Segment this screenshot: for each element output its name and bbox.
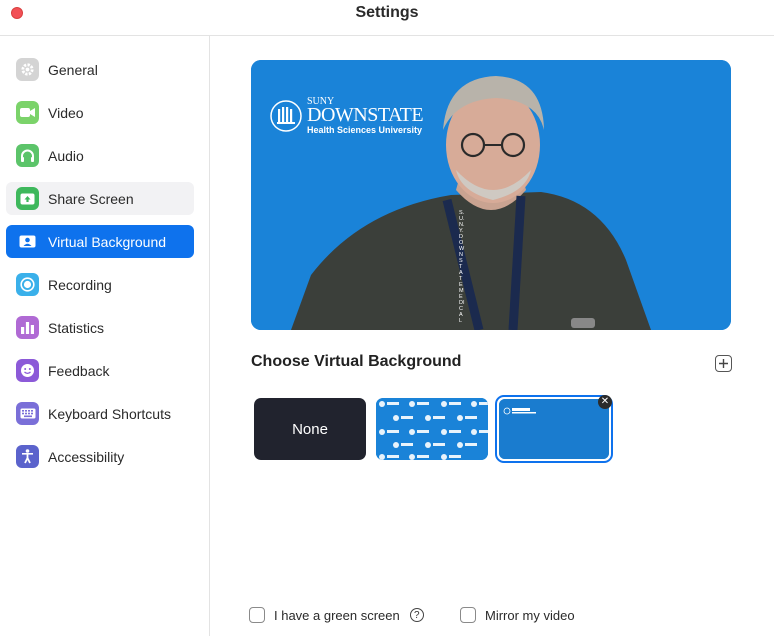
accessibility-icon <box>16 445 39 468</box>
sidebar-item-label: Video <box>48 104 84 121</box>
pattern-thumbnail-image <box>376 398 488 460</box>
logo-thumbnail-image <box>499 399 609 459</box>
green-screen-label[interactable]: I have a green screen <box>274 608 400 623</box>
record-icon <box>16 273 39 296</box>
sidebar-item-general[interactable]: General <box>6 53 194 86</box>
video-preview: SUNY DOWNSTATE Health Sciences Universit… <box>251 60 731 330</box>
sidebar-item-recording[interactable]: Recording <box>6 268 194 301</box>
green-screen-option: I have a green screen ? <box>249 607 424 623</box>
background-option-label: None <box>292 420 328 438</box>
share-screen-icon <box>16 187 39 210</box>
background-option-none[interactable]: None <box>254 398 366 460</box>
help-icon[interactable]: ? <box>409 608 424 622</box>
sidebar-item-accessibility[interactable]: Accessibility <box>6 440 194 473</box>
sidebar-item-share-screen[interactable]: Share Screen <box>6 182 194 215</box>
mirror-label[interactable]: Mirror my video <box>485 608 575 623</box>
logo-subtitle-text: Health Sciences University <box>307 125 423 135</box>
mirror-option: Mirror my video <box>460 607 575 623</box>
sidebar-item-virtual-background[interactable]: Virtual Background <box>6 225 194 258</box>
remove-background-button[interactable]: ✕ <box>598 395 612 409</box>
bar-chart-icon <box>16 316 39 339</box>
keyboard-icon <box>16 402 39 425</box>
sidebar-item-keyboard-shortcuts[interactable]: Keyboard Shortcuts <box>6 397 194 430</box>
sidebar-item-label: Statistics <box>48 319 105 336</box>
window-title: Settings <box>355 4 419 21</box>
smiley-icon <box>16 359 39 382</box>
logo-downstate-text: DOWNSTATE <box>307 104 424 126</box>
headphones-icon <box>16 144 39 167</box>
title-bar: Settings <box>0 0 774 30</box>
sidebar-item-label: Keyboard Shortcuts <box>48 405 171 422</box>
close-icon: ✕ <box>600 396 610 407</box>
sidebar-item-feedback[interactable]: Feedback <box>6 354 194 387</box>
sidebar-item-label: Virtual Background <box>48 233 167 250</box>
video-icon <box>16 101 39 124</box>
add-background-button[interactable] <box>715 355 732 372</box>
background-option-pattern[interactable] <box>376 398 488 460</box>
sidebar-item-label: Accessibility <box>48 448 125 465</box>
background-option-selected[interactable] <box>495 395 613 463</box>
green-screen-checkbox[interactable] <box>249 607 265 623</box>
sidebar-item-label: Recording <box>48 276 112 293</box>
sidebar: General Video Audio Share Screen Virtual… <box>0 36 210 636</box>
choose-background-heading: Choose Virtual Background <box>251 353 462 370</box>
sidebar-item-label: Share Screen <box>48 190 134 207</box>
sidebar-item-statistics[interactable]: Statistics <box>6 311 194 344</box>
mirror-checkbox[interactable] <box>460 607 476 623</box>
lanyard-text: S.U.N.Y. DOWNSTATE MEDICAL <box>459 210 465 324</box>
sidebar-item-label: Audio <box>48 147 84 164</box>
plus-icon <box>719 359 728 368</box>
sidebar-item-video[interactable]: Video <box>6 96 194 129</box>
person-icon <box>16 230 39 253</box>
gear-icon <box>16 58 39 81</box>
sidebar-item-label: Feedback <box>48 362 110 379</box>
sidebar-item-audio[interactable]: Audio <box>6 139 194 172</box>
sidebar-item-label: General <box>48 61 98 78</box>
